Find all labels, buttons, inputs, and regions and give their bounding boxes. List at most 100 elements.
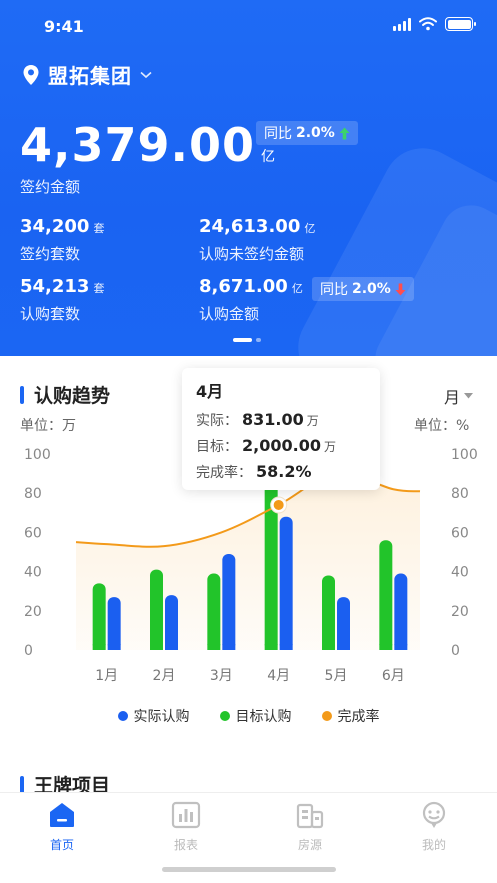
x-axis-tick: 2月 [153,668,176,684]
y-axis-tick-left: 20 [24,604,42,620]
carousel-dot-active[interactable] [233,338,252,342]
legend-label: 完成率 [337,709,380,725]
yoy-label: 同比 [320,282,348,298]
stat-label: 认购金额 [199,305,260,323]
stat-value: 54,213 [20,276,90,297]
trend-title-text: 认购趋势 [34,385,111,407]
tooltip-label: 目标： [196,439,238,455]
stat-label: 认购套数 [20,305,81,323]
status-time: 9:41 [44,17,84,36]
bar-target [150,569,163,650]
legend-item-target[interactable]: 目标认购 [219,706,292,726]
y-axis-tick-left: 100 [24,447,51,463]
stat-label: 认购未签约金额 [199,245,305,263]
yoy-value: 2.0% [352,281,391,297]
tab-housing[interactable]: 房源 [270,801,350,853]
x-axis-tick: 4月 [267,668,290,684]
tooltip-value: 58.2% [256,462,312,481]
yoy-value: 2.0% [296,125,335,141]
bar-actual [222,553,236,650]
stat-unit: 套 [93,282,105,295]
unit-left-label: 单位：万 [20,418,76,434]
chart-legend: 实际认购 目标认购 完成率 [0,706,497,726]
trend-section-title: 认购趋势 [20,381,110,408]
title-accent-bar [20,775,24,794]
tab-label: 首页 [49,838,74,852]
tab-report[interactable]: 报表 [146,801,226,853]
legend-dot [219,711,230,721]
tab-label: 报表 [173,838,198,852]
building-icon [296,803,324,829]
header-banner: 9:41 盟拓集团 4,379.00 亿 同比 2.0% 签约金额 34,200… [0,0,497,356]
stat-label: 签约套数 [20,245,81,263]
tooltip-title: 4月 [196,382,224,401]
x-axis-tick: 1月 [95,668,118,684]
company-name: 盟拓集团 [48,64,132,88]
tooltip-unit: 万 [323,440,336,454]
y-axis-tick-right: 20 [451,604,469,620]
stat-unit: 套 [93,222,105,235]
bar-target-base [264,644,278,650]
bar-actual-base [107,644,121,650]
stat-unit: 亿 [304,222,316,235]
title-accent-bar [20,385,24,404]
arrow-up-icon [339,127,350,139]
legend-item-rate[interactable]: 完成率 [321,706,380,726]
profile-icon [422,801,446,828]
arrow-down-icon [395,283,406,295]
bar-actual [165,595,178,650]
tab-home[interactable]: 首页 [22,801,102,853]
bar-actual [279,516,293,650]
battery-icon [445,17,476,31]
carousel-dot[interactable] [256,338,261,342]
tooltip-row-target: 目标： 2,000.00 万 [196,436,366,456]
bar-actual-base [337,644,350,650]
legend-item-actual[interactable]: 实际认购 [117,706,190,726]
bar-target-base [322,644,335,650]
y-axis-tick-left: 40 [24,565,42,581]
bar-actual-base [165,644,178,650]
status-icons [393,17,476,31]
bar-target [379,540,393,650]
yoy-badge-up: 同比 2.0% [256,121,358,145]
bar-target-base [150,644,163,650]
yoy-label: 同比 [264,126,292,142]
yoy-badge-down: 同比 2.0% [312,277,414,301]
tab-label: 我的 [421,838,446,852]
y-axis-tick-right: 100 [451,447,478,463]
stat-unsigned-amount: 24,613.00 亿 认购未签约金额 [199,216,315,264]
period-value: 月 [444,388,461,407]
home-icon [50,803,74,827]
y-axis-tick-right: 60 [451,525,469,541]
carousel-indicator[interactable] [233,338,261,342]
bar-actual-base [222,644,236,650]
tooltip-label: 完成率： [196,465,252,481]
stat-subscription-units: 54,213 套 认购套数 [20,276,104,324]
stat-unit: 亿 [291,282,303,295]
legend-label: 目标认购 [235,709,292,725]
y-axis-tick-right: 0 [451,643,460,659]
legend-label: 实际认购 [133,709,190,725]
tab-label: 房源 [297,838,322,852]
caret-down-icon [464,393,474,399]
signed-amount-unit: 亿 [261,149,275,165]
chart-tooltip: 4月 实际： 831.00 万 目标： 2,000.00 万 完成率： 58.2… [182,368,380,490]
x-axis-tick: 6月 [382,668,405,684]
bar-target-base [92,644,106,650]
tooltip-row-rate: 完成率： 58.2% [196,462,366,482]
company-selector[interactable]: 盟拓集团 [22,60,152,89]
tooltip-value: 2,000.00 [242,436,321,455]
tooltip-unit: 万 [306,414,319,428]
y-axis-tick-left: 0 [24,643,33,659]
bar-actual [394,573,408,650]
stat-value: 24,613.00 [199,216,301,237]
stat-subscription-amount: 8,671.00 亿 认购金额 [199,276,303,324]
bar-target [92,583,106,650]
signed-amount-value: 4,379.00 [20,118,255,172]
period-selector[interactable]: 月 [444,384,474,408]
tab-profile[interactable]: 我的 [394,801,474,853]
signed-amount-label: 签约金额 [20,178,81,196]
y-axis-tick-right: 40 [451,565,469,581]
tooltip-value: 831.00 [242,410,304,429]
bar-actual [107,597,121,650]
